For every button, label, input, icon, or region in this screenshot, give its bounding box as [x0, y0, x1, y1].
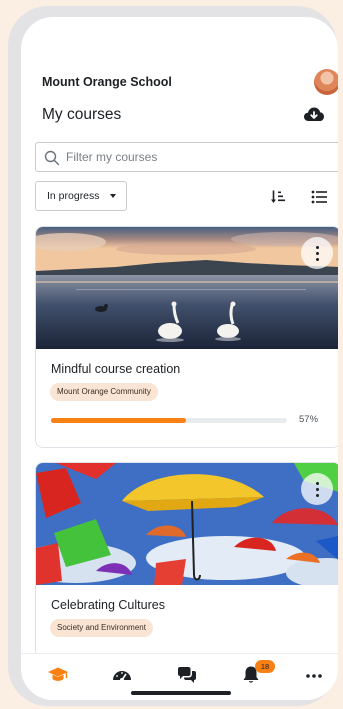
page-title: My courses — [42, 106, 122, 123]
dashboard-icon — [113, 671, 131, 682]
messages-icon — [178, 667, 196, 683]
list-view-icon[interactable] — [311, 190, 327, 204]
course-filter-field[interactable] — [35, 142, 338, 172]
cloud-download-icon[interactable] — [303, 105, 325, 125]
tab-dashboard[interactable] — [111, 664, 133, 686]
more-dot — [315, 487, 319, 491]
course-name[interactable]: Celebrating Cultures — [51, 598, 165, 612]
course-progress-bar — [51, 418, 287, 423]
more-dot — [315, 251, 319, 255]
notification-count-badge: 18 — [255, 660, 275, 673]
course-category-badge: Society and Environment — [50, 619, 153, 637]
graduation-cap-icon — [48, 667, 68, 681]
search-input[interactable] — [66, 147, 326, 167]
device-frame: Mount Orange School My courses In progre… — [8, 6, 338, 706]
course-image-umbrellas[interactable] — [36, 463, 338, 585]
chevron-down-icon — [110, 194, 116, 198]
course-options-button[interactable] — [301, 237, 333, 269]
course-progress-fill — [51, 418, 186, 423]
sort-icon[interactable] — [270, 189, 286, 205]
tab-home[interactable] — [47, 664, 69, 686]
tab-more[interactable] — [303, 664, 325, 686]
more-dot — [315, 481, 319, 485]
app-screen: Mount Orange School My courses In progre… — [21, 17, 338, 700]
status-filter-select[interactable]: In progress — [35, 181, 127, 211]
tab-messages[interactable] — [176, 664, 198, 686]
course-category-badge: Mount Orange Community — [50, 383, 158, 401]
site-header: Mount Orange School — [21, 69, 338, 99]
more-icon — [306, 674, 322, 678]
more-dot — [315, 493, 319, 497]
search-icon — [44, 150, 60, 166]
more-dot — [315, 245, 319, 249]
course-card[interactable]: Mindful course creation Mount Orange Com… — [35, 226, 338, 448]
course-card[interactable]: Celebrating Cultures Society and Environ… — [35, 462, 338, 662]
page-header: My courses — [21, 105, 338, 131]
status-filter-value: In progress — [47, 190, 100, 202]
user-avatar[interactable] — [314, 69, 338, 95]
more-dot — [315, 257, 319, 261]
home-indicator — [131, 691, 231, 695]
course-name[interactable]: Mindful course creation — [51, 362, 180, 376]
course-image-swans[interactable] — [36, 227, 338, 349]
school-name: Mount Orange School — [42, 75, 172, 89]
course-progress-label: 57% — [299, 414, 319, 425]
course-options-button[interactable] — [301, 473, 333, 505]
